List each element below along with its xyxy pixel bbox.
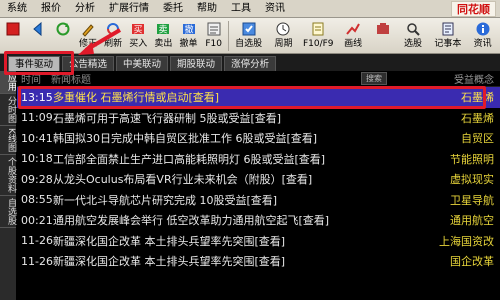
item-concept[interactable]: 通用航空	[450, 212, 494, 228]
item-concept[interactable]: 卫星导航	[450, 192, 494, 208]
draw-line-icon	[344, 20, 362, 38]
cancel-order-button[interactable]: 撤 撤单	[176, 18, 201, 54]
vtab-intraday[interactable]: 分时图	[0, 94, 16, 126]
item-title[interactable]: 新一代北斗导航芯片研究完成 10股受益	[53, 192, 247, 208]
item-time: 11-26	[21, 234, 53, 248]
item-time: 11:09	[21, 111, 53, 125]
tools-button[interactable]	[370, 18, 395, 54]
f10-f9-button[interactable]: F10/F9	[301, 18, 336, 54]
item-concept[interactable]: 石墨烯	[461, 110, 494, 126]
menu-system[interactable]: 系统	[0, 0, 34, 18]
notebook-button[interactable]: 记事本	[430, 18, 465, 54]
svg-text:卖: 卖	[159, 25, 168, 36]
vtab-stock-profile[interactable]: 个股资料	[0, 155, 16, 196]
item-concept[interactable]: 自贸区	[461, 130, 494, 146]
self-select-icon	[240, 20, 258, 38]
item-view-link[interactable]: [查看]	[247, 192, 278, 208]
tab-futures-linkage[interactable]: 期股联动	[170, 56, 223, 71]
list-item[interactable]: 11-26 新疆深化国企改革 本土排头兵望率先突围 [查看] 上海国资改	[17, 231, 500, 252]
notes-icon	[309, 20, 327, 38]
item-time: 10:18	[21, 152, 53, 166]
menu-tools[interactable]: 工具	[224, 0, 258, 18]
stock-pick-button[interactable]: 选股	[396, 18, 431, 54]
menu-extended-quotes[interactable]: 扩展行情	[102, 0, 156, 18]
item-time: 08:55	[21, 193, 53, 207]
refresh-icon	[54, 20, 72, 38]
item-time: 09:28	[21, 172, 53, 186]
period-icon	[274, 20, 292, 38]
menu-order[interactable]: 委托	[156, 0, 190, 18]
list-item[interactable]: 11:09 石墨烯可用于高速飞行器研制 5股或受益 [查看] 石墨烯	[17, 108, 500, 129]
list-item[interactable]: 08:55 新一代北斗导航芯片研究完成 10股受益 [查看] 卫星导航	[17, 190, 500, 211]
item-title[interactable]: 工信部全面禁止生产进口高能耗照明灯 6股或受益	[53, 151, 295, 167]
item-view-link[interactable]: [查看]	[282, 171, 313, 187]
row-highlight-box	[18, 86, 486, 109]
item-view-link[interactable]: [查看]	[295, 151, 326, 167]
app-logo: 同花顺	[451, 1, 496, 17]
list-item[interactable]: 00:21 通用航空发展峰会举行 低空改革助力通用航空起飞 [查看] 通用航空	[17, 210, 500, 231]
list-item[interactable]: 10:41 韩国拟30日完成中韩自贸区批准工作 6股或受益 [查看] 自贸区	[17, 128, 500, 149]
sell-button[interactable]: 卖 卖出	[151, 18, 176, 54]
back-icon	[29, 20, 47, 38]
info-button[interactable]: 资讯	[465, 18, 500, 54]
list-item[interactable]: 11-26 新疆深化国企改革 本土排头兵望率先突围 [查看] 国企改革	[17, 251, 500, 272]
svg-text:撤: 撤	[184, 24, 193, 36]
menu-analysis[interactable]: 分析	[68, 0, 102, 18]
f10-button[interactable]: F10	[201, 18, 226, 54]
f10-icon	[205, 20, 223, 38]
item-title[interactable]: 从龙头Oculus布局看VR行业未来机会（附股）	[53, 171, 282, 187]
item-time: 10:41	[21, 131, 53, 145]
item-view-link[interactable]: [查看]	[251, 110, 282, 126]
menu-bar: 系统 报价 分析 扩展行情 委托 帮助 工具 资讯 同花顺	[0, 0, 500, 18]
menu-news[interactable]: 资讯	[258, 0, 292, 18]
header-title: 新闻标题	[51, 75, 91, 86]
sell-icon: 卖	[154, 20, 172, 38]
tools-icon	[374, 20, 392, 38]
item-title[interactable]: 新疆深化国企改革 本土排头兵望率先突围	[53, 233, 255, 249]
info-icon	[474, 20, 492, 38]
item-time: 11-26	[21, 254, 53, 268]
svg-text:买: 买	[134, 25, 143, 36]
item-title[interactable]: 韩国拟30日完成中韩自贸区批准工作 6股或受益	[53, 130, 287, 146]
draw-line-button[interactable]: 画线	[336, 18, 371, 54]
item-concept[interactable]: 上海国资改	[439, 233, 494, 249]
pointer-arrow-icon	[78, 28, 122, 55]
item-view-link[interactable]: [查看]	[287, 130, 318, 146]
item-title[interactable]: 新疆深化国企改革 本土排头兵望率先突围	[53, 253, 255, 269]
toolbar-divider	[228, 21, 230, 51]
menu-help[interactable]: 帮助	[190, 0, 224, 18]
item-concept[interactable]: 国企改革	[450, 253, 494, 269]
back-button[interactable]	[25, 18, 50, 54]
tab-limit-up-analysis[interactable]: 涨停分析	[224, 56, 277, 71]
left-vertical-tabs: 应用 分时图 K线图 个股资料 自选股	[0, 71, 16, 300]
list-header: 时间 新闻标题 搜索 受益概念	[17, 71, 500, 87]
item-title[interactable]: 石墨烯可用于高速飞行器研制 5股或受益	[53, 110, 251, 126]
item-concept[interactable]: 虚拟现实	[450, 171, 494, 187]
stock-pick-icon	[404, 20, 422, 38]
item-concept[interactable]: 节能照明	[450, 151, 494, 167]
list-item[interactable]: 09:28 从龙头Oculus布局看VR行业未来机会（附股） [查看] 虚拟现实	[17, 169, 500, 190]
item-view-link[interactable]: [查看]	[255, 233, 286, 249]
list-item[interactable]: 10:18 工信部全面禁止生产进口高能耗照明灯 6股或受益 [查看] 节能照明	[17, 149, 500, 170]
notebook-icon	[439, 20, 457, 38]
header-concept: 受益概念	[454, 75, 494, 86]
cancel-order-icon: 撤	[180, 20, 198, 38]
vtab-kline[interactable]: K线图	[0, 126, 16, 155]
self-select-button[interactable]: 自选股	[231, 18, 266, 54]
period-button[interactable]: 周期	[266, 18, 301, 54]
search-button[interactable]: 搜索	[361, 72, 387, 85]
tab-us-china-linkage[interactable]: 中美联动	[116, 56, 169, 71]
item-view-link[interactable]: [查看]	[255, 253, 286, 269]
tab-highlight-box	[4, 51, 74, 75]
item-time: 00:21	[21, 213, 53, 227]
vtab-watchlist[interactable]: 自选股	[0, 196, 16, 228]
menu-quote[interactable]: 报价	[34, 0, 68, 18]
red-square-button[interactable]	[0, 18, 25, 54]
red-square-icon	[4, 20, 22, 38]
item-view-link[interactable]: [查看]	[299, 212, 330, 228]
item-title[interactable]: 通用航空发展峰会举行 低空改革助力通用航空起飞	[53, 212, 299, 228]
